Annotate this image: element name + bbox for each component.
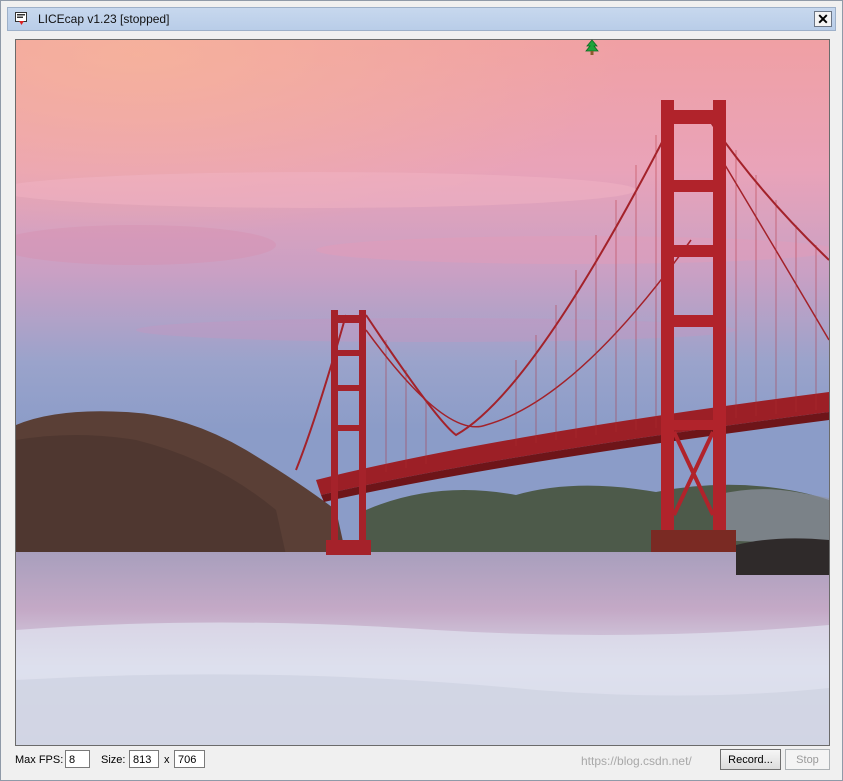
watermark-text: https://blog.csdn.net/: [581, 754, 692, 768]
captured-screen-image: [16, 40, 829, 745]
close-icon: ✕: [817, 11, 829, 27]
stop-button[interactable]: Stop: [785, 749, 830, 770]
licecap-window: LICEcap v1.23 [stopped] ✕ Max FPS: 8 Siz…: [0, 0, 843, 781]
control-bar: Max FPS: Size: x https://blog.csdn.net/ …: [1, 748, 843, 772]
record-button[interactable]: Record...: [720, 749, 781, 770]
size-label: Size:: [101, 754, 126, 766]
title-bar[interactable]: LICEcap v1.23 [stopped] ✕: [7, 7, 836, 31]
size-separator: x: [164, 754, 170, 766]
width-input[interactable]: [129, 750, 159, 768]
max-fps-input[interactable]: [65, 750, 90, 768]
height-input[interactable]: [174, 750, 205, 768]
tree-icon: [585, 39, 599, 55]
window-title: LICEcap v1.23 [stopped]: [38, 12, 170, 26]
max-fps-label: Max FPS:: [15, 754, 64, 766]
close-button[interactable]: ✕: [814, 11, 832, 27]
capture-area[interactable]: [15, 39, 830, 746]
licecap-app-icon: [15, 12, 27, 25]
